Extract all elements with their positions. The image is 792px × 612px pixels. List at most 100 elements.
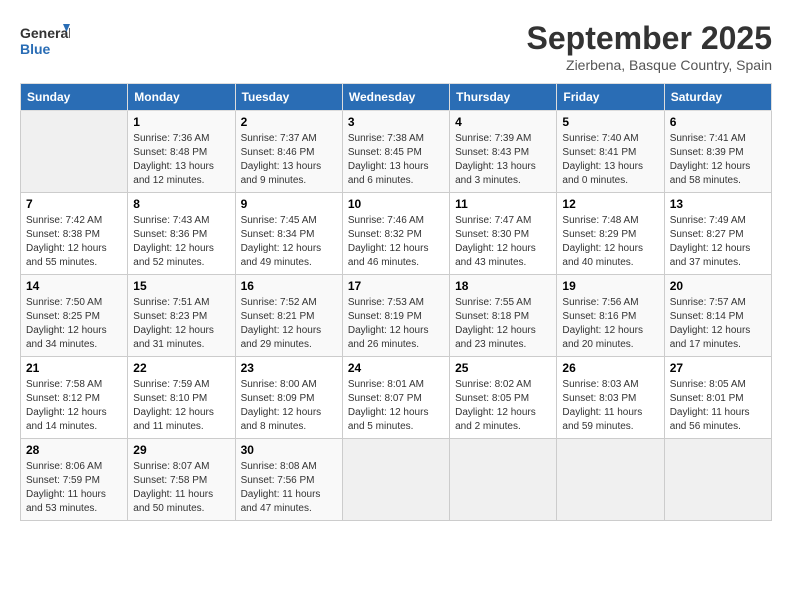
cell-info: Sunrise: 7:55 AM Sunset: 8:18 PM Dayligh… [455,296,551,352]
cell-info: Sunrise: 7:58 AM Sunset: 8:12 PM Dayligh… [26,378,122,434]
day-number: 7 [26,197,122,211]
cell-info: Sunrise: 7:45 AM Sunset: 8:34 PM Dayligh… [241,214,337,270]
cell-info: Sunrise: 7:48 AM Sunset: 8:29 PM Dayligh… [562,214,658,270]
cell-info: Sunrise: 8:03 AM Sunset: 8:03 PM Dayligh… [562,378,658,434]
cell-info: Sunrise: 7:59 AM Sunset: 8:10 PM Dayligh… [133,378,229,434]
day-number: 2 [241,115,337,129]
day-cell: 10 Sunrise: 7:46 AM Sunset: 8:32 PM Dayl… [342,193,449,275]
day-number: 25 [455,361,551,375]
day-cell: 3 Sunrise: 7:38 AM Sunset: 8:45 PM Dayli… [342,111,449,193]
day-number: 10 [348,197,444,211]
week-row-5: 28 Sunrise: 8:06 AM Sunset: 7:59 PM Dayl… [21,439,772,521]
cell-info: Sunrise: 7:56 AM Sunset: 8:16 PM Dayligh… [562,296,658,352]
cell-info: Sunrise: 7:50 AM Sunset: 8:25 PM Dayligh… [26,296,122,352]
cell-info: Sunrise: 8:01 AM Sunset: 8:07 PM Dayligh… [348,378,444,434]
month-title: September 2025 [527,20,772,57]
weekday-header-monday: Monday [128,84,235,111]
day-cell: 21 Sunrise: 7:58 AM Sunset: 8:12 PM Dayl… [21,357,128,439]
svg-text:General: General [20,25,70,41]
day-cell: 16 Sunrise: 7:52 AM Sunset: 8:21 PM Dayl… [235,275,342,357]
day-number: 23 [241,361,337,375]
cell-info: Sunrise: 7:38 AM Sunset: 8:45 PM Dayligh… [348,132,444,188]
weekday-header-row: SundayMondayTuesdayWednesdayThursdayFrid… [21,84,772,111]
day-number: 15 [133,279,229,293]
week-row-4: 21 Sunrise: 7:58 AM Sunset: 8:12 PM Dayl… [21,357,772,439]
weekday-header-tuesday: Tuesday [235,84,342,111]
cell-info: Sunrise: 8:07 AM Sunset: 7:58 PM Dayligh… [133,460,229,516]
logo-svg: General Blue [20,20,70,65]
cell-info: Sunrise: 8:00 AM Sunset: 8:09 PM Dayligh… [241,378,337,434]
day-cell: 15 Sunrise: 7:51 AM Sunset: 8:23 PM Dayl… [128,275,235,357]
day-cell: 19 Sunrise: 7:56 AM Sunset: 8:16 PM Dayl… [557,275,664,357]
day-cell [450,439,557,521]
cell-info: Sunrise: 7:57 AM Sunset: 8:14 PM Dayligh… [670,296,766,352]
day-cell: 20 Sunrise: 7:57 AM Sunset: 8:14 PM Dayl… [664,275,771,357]
day-cell: 28 Sunrise: 8:06 AM Sunset: 7:59 PM Dayl… [21,439,128,521]
cell-info: Sunrise: 7:42 AM Sunset: 8:38 PM Dayligh… [26,214,122,270]
cell-info: Sunrise: 8:06 AM Sunset: 7:59 PM Dayligh… [26,460,122,516]
day-number: 27 [670,361,766,375]
cell-info: Sunrise: 7:43 AM Sunset: 8:36 PM Dayligh… [133,214,229,270]
cell-info: Sunrise: 7:40 AM Sunset: 8:41 PM Dayligh… [562,132,658,188]
day-number: 20 [670,279,766,293]
cell-info: Sunrise: 7:49 AM Sunset: 8:27 PM Dayligh… [670,214,766,270]
cell-info: Sunrise: 7:46 AM Sunset: 8:32 PM Dayligh… [348,214,444,270]
day-cell: 23 Sunrise: 8:00 AM Sunset: 8:09 PM Dayl… [235,357,342,439]
day-cell: 11 Sunrise: 7:47 AM Sunset: 8:30 PM Dayl… [450,193,557,275]
day-number: 11 [455,197,551,211]
day-number: 4 [455,115,551,129]
day-cell [664,439,771,521]
day-number: 17 [348,279,444,293]
weekday-header-sunday: Sunday [21,84,128,111]
logo: General Blue [20,20,70,65]
day-cell: 18 Sunrise: 7:55 AM Sunset: 8:18 PM Dayl… [450,275,557,357]
day-cell: 9 Sunrise: 7:45 AM Sunset: 8:34 PM Dayli… [235,193,342,275]
day-cell: 5 Sunrise: 7:40 AM Sunset: 8:41 PM Dayli… [557,111,664,193]
day-number: 5 [562,115,658,129]
day-number: 21 [26,361,122,375]
day-cell: 30 Sunrise: 8:08 AM Sunset: 7:56 PM Dayl… [235,439,342,521]
day-cell: 24 Sunrise: 8:01 AM Sunset: 8:07 PM Dayl… [342,357,449,439]
day-number: 8 [133,197,229,211]
cell-info: Sunrise: 7:51 AM Sunset: 8:23 PM Dayligh… [133,296,229,352]
day-cell: 29 Sunrise: 8:07 AM Sunset: 7:58 PM Dayl… [128,439,235,521]
weekday-header-wednesday: Wednesday [342,84,449,111]
day-cell: 14 Sunrise: 7:50 AM Sunset: 8:25 PM Dayl… [21,275,128,357]
week-row-1: 1 Sunrise: 7:36 AM Sunset: 8:48 PM Dayli… [21,111,772,193]
day-number: 14 [26,279,122,293]
day-number: 12 [562,197,658,211]
cell-info: Sunrise: 7:47 AM Sunset: 8:30 PM Dayligh… [455,214,551,270]
day-cell: 13 Sunrise: 7:49 AM Sunset: 8:27 PM Dayl… [664,193,771,275]
weekday-header-thursday: Thursday [450,84,557,111]
week-row-3: 14 Sunrise: 7:50 AM Sunset: 8:25 PM Dayl… [21,275,772,357]
day-number: 16 [241,279,337,293]
day-cell: 12 Sunrise: 7:48 AM Sunset: 8:29 PM Dayl… [557,193,664,275]
day-number: 13 [670,197,766,211]
day-number: 28 [26,443,122,457]
cell-info: Sunrise: 7:37 AM Sunset: 8:46 PM Dayligh… [241,132,337,188]
day-cell: 1 Sunrise: 7:36 AM Sunset: 8:48 PM Dayli… [128,111,235,193]
day-number: 6 [670,115,766,129]
day-cell [21,111,128,193]
cell-info: Sunrise: 7:41 AM Sunset: 8:39 PM Dayligh… [670,132,766,188]
day-number: 30 [241,443,337,457]
cell-info: Sunrise: 7:39 AM Sunset: 8:43 PM Dayligh… [455,132,551,188]
day-cell: 2 Sunrise: 7:37 AM Sunset: 8:46 PM Dayli… [235,111,342,193]
day-cell: 22 Sunrise: 7:59 AM Sunset: 8:10 PM Dayl… [128,357,235,439]
day-number: 29 [133,443,229,457]
day-cell [557,439,664,521]
day-number: 22 [133,361,229,375]
day-cell: 6 Sunrise: 7:41 AM Sunset: 8:39 PM Dayli… [664,111,771,193]
day-number: 26 [562,361,658,375]
day-cell: 8 Sunrise: 7:43 AM Sunset: 8:36 PM Dayli… [128,193,235,275]
day-number: 18 [455,279,551,293]
title-block: September 2025 Zierbena, Basque Country,… [527,20,772,73]
day-number: 19 [562,279,658,293]
day-cell: 26 Sunrise: 8:03 AM Sunset: 8:03 PM Dayl… [557,357,664,439]
cell-info: Sunrise: 8:08 AM Sunset: 7:56 PM Dayligh… [241,460,337,516]
cell-info: Sunrise: 8:05 AM Sunset: 8:01 PM Dayligh… [670,378,766,434]
weekday-header-friday: Friday [557,84,664,111]
location: Zierbena, Basque Country, Spain [527,57,772,73]
cell-info: Sunrise: 7:53 AM Sunset: 8:19 PM Dayligh… [348,296,444,352]
day-cell: 27 Sunrise: 8:05 AM Sunset: 8:01 PM Dayl… [664,357,771,439]
